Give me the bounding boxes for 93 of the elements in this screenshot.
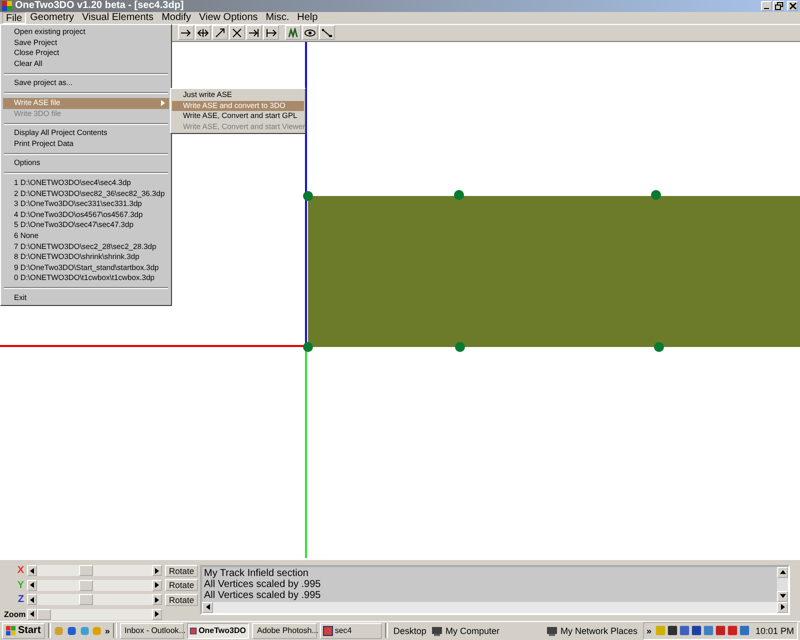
vertex-handle[interactable]: [454, 190, 464, 200]
bar-arrow-icon: [265, 28, 277, 38]
log-line: All Vertices scaled by .995: [204, 578, 322, 590]
more-chevron[interactable]: »: [646, 626, 652, 636]
window-title: OneTwo3DO v1.20 beta - [sec4.3dp]: [15, 0, 185, 12]
arrow-to-bar-icon: [248, 28, 260, 38]
up-arrow-icon[interactable]: [780, 570, 786, 574]
right-arrow-icon[interactable]: [155, 582, 159, 588]
vertex-handle[interactable]: [651, 190, 661, 200]
left-arrow-icon[interactable]: [30, 582, 34, 588]
restore-button[interactable]: [773, 0, 784, 11]
horizontal-scrollbar[interactable]: [202, 602, 788, 613]
right-arrow-icon[interactable]: [155, 568, 159, 574]
zigzag-icon: [287, 28, 299, 38]
rotation-slider[interactable]: [27, 565, 162, 576]
taskbar-task[interactable]: OneTwo3DO: [186, 622, 249, 639]
taskbar-task[interactable]: Adobe Photosh...: [252, 622, 317, 639]
axis-label: Y: [16, 580, 24, 591]
zoom-slider[interactable]: [27, 608, 162, 620]
vertex-handle[interactable]: [654, 342, 664, 352]
right-arrow-icon[interactable]: [780, 604, 784, 610]
zoom-label: Zoom: [4, 610, 24, 619]
down-arrow-icon[interactable]: [780, 594, 786, 598]
slider-thumb[interactable]: [79, 580, 94, 591]
clock: 10:01 PM: [756, 626, 794, 636]
monitor-icon: [431, 624, 444, 637]
tool-button[interactable]: [285, 25, 301, 40]
rotate-button[interactable]: Rotate: [165, 564, 198, 577]
quick-launch-icon[interactable]: [67, 624, 77, 637]
menu-item[interactable]: Modify: [158, 12, 196, 24]
left-arrow-icon[interactable]: [206, 604, 210, 610]
close-icon: [788, 2, 796, 10]
tool-button[interactable]: [263, 25, 279, 40]
more-chevron[interactable]: »: [104, 626, 110, 636]
menu-item[interactable]: Misc.: [262, 12, 294, 24]
rotate-button[interactable]: Rotate: [165, 579, 198, 592]
double-arrow-icon: [197, 28, 209, 38]
tray-icon[interactable]: [666, 625, 678, 636]
taskbar-task[interactable]: sec4: [320, 622, 382, 639]
tray-icon[interactable]: [690, 625, 702, 636]
slider-thumb[interactable]: [79, 594, 94, 606]
right-arrow-icon[interactable]: [155, 611, 159, 618]
tray-icon[interactable]: [678, 625, 690, 636]
menu-item[interactable]: View Options: [195, 12, 262, 24]
axis-label: X: [16, 565, 24, 576]
left-arrow-icon[interactable]: [30, 596, 34, 603]
line-segment-icon: [321, 28, 333, 38]
desktop-shortcut[interactable]: My Computer: [429, 624, 502, 637]
cross-arrows-icon: [231, 28, 243, 38]
tool-button[interactable]: [246, 25, 262, 40]
rotation-slider[interactable]: [27, 594, 162, 606]
tool-button[interactable]: [229, 25, 245, 40]
tool-button[interactable]: [302, 25, 318, 40]
tool-button[interactable]: [178, 25, 194, 40]
desktop-toolbar-label: Desktop: [393, 626, 426, 636]
axis-label: Z: [16, 594, 24, 606]
desktop-shortcut[interactable]: My Network Places: [544, 624, 640, 637]
app-icon: [322, 626, 333, 636]
tray-icon[interactable]: [714, 625, 726, 636]
app-icon: [190, 626, 197, 636]
log-line: All Vertices scaled by .995: [204, 590, 322, 601]
vertex-handle[interactable]: [455, 342, 465, 352]
vertical-scrollbar[interactable]: [777, 566, 788, 602]
slider-thumb[interactable]: [37, 608, 51, 620]
eye-icon: [304, 28, 316, 38]
left-arrow-icon[interactable]: [30, 611, 34, 618]
minimize-button[interactable]: [761, 0, 772, 11]
close-button[interactable]: [787, 0, 798, 11]
tool-button[interactable]: [319, 25, 335, 40]
menu-item[interactable]: Help: [293, 12, 322, 24]
start-button[interactable]: Start: [2, 622, 45, 639]
minimize-icon: [764, 8, 769, 9]
start-logo-icon: [6, 626, 16, 636]
tool-button[interactable]: [212, 25, 228, 40]
slider-thumb[interactable]: [79, 565, 94, 576]
taskbar-task[interactable]: Inbox - Outlook...: [120, 622, 184, 639]
rotate-button[interactable]: Rotate: [165, 594, 198, 606]
tool-button[interactable]: [195, 25, 211, 40]
monitor-icon: [546, 624, 558, 637]
restore-icon: [774, 2, 782, 10]
right-arrow-icon[interactable]: [155, 596, 159, 603]
left-arrow-icon[interactable]: [30, 568, 34, 574]
app-icon: [2, 0, 12, 11]
menu-item[interactable]: Visual Elements: [78, 12, 158, 24]
rotation-slider[interactable]: [27, 580, 162, 591]
log-line: My Track Infield section: [204, 568, 310, 579]
submenu-arrow-icon: [161, 100, 165, 106]
diagonal-arrow-icon: [214, 28, 226, 38]
menu-item[interactable]: File: [2, 12, 26, 24]
vertex-handle[interactable]: [303, 342, 313, 352]
menu-item[interactable]: Geometry: [26, 12, 78, 24]
arrow-right-icon: [180, 28, 192, 38]
vertex-handle[interactable]: [303, 190, 313, 201]
